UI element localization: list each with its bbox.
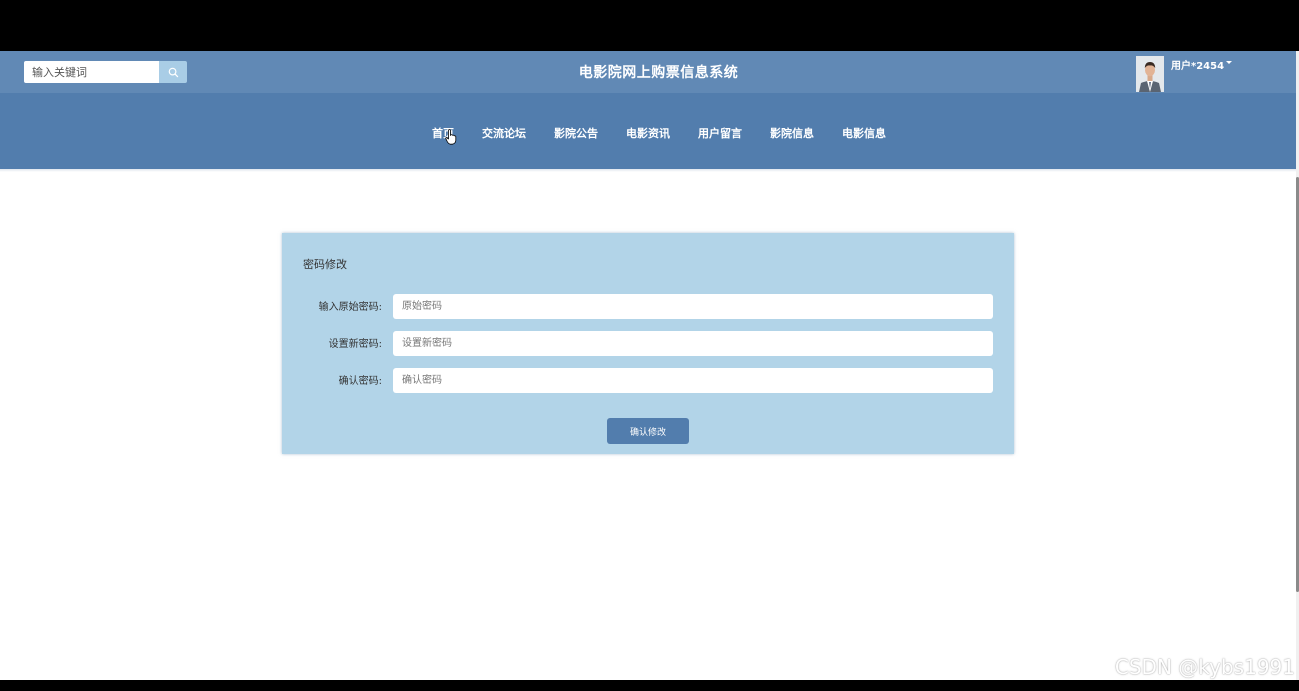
nav-list: 首页 交流论坛 影院公告 电影资讯 用户留言 影院信息 电影信息 xyxy=(432,125,914,141)
watermark: CSDN @kybs1991 xyxy=(1114,655,1295,679)
main-nav: 首页 交流论坛 影院公告 电影资讯 用户留言 影院信息 电影信息 xyxy=(0,93,1297,169)
username[interactable]: 用户*2454 xyxy=(1171,57,1224,72)
nav-item-movie-news[interactable]: 电影资讯 xyxy=(626,125,670,141)
top-header: 电影院网上购票信息系统 用户*2454 xyxy=(0,51,1297,93)
nav-item-cinema-info[interactable]: 影院信息 xyxy=(770,125,814,141)
confirm-change-button[interactable]: 确认修改 xyxy=(607,418,689,444)
panel-title: 密码修改 xyxy=(303,258,347,271)
nav-item-forum[interactable]: 交流论坛 xyxy=(482,125,526,141)
confirm-password-label: 确认密码: xyxy=(338,376,382,387)
form-row-old-password: 输入原始密码: xyxy=(282,294,1014,320)
caret-down-icon[interactable] xyxy=(1226,61,1232,64)
site-title: 电影院网上购票信息系统 xyxy=(578,65,739,81)
browser-viewport: 电影院网上购票信息系统 用户*2454 首页 交流论坛 影院公告 电影资讯 用户… xyxy=(0,51,1299,680)
new-password-label: 设置新密码: xyxy=(328,339,382,350)
password-change-panel: 密码修改 输入原始密码: 设置新密码: 确认密码: 确认修改 xyxy=(282,233,1014,454)
user-avatar[interactable] xyxy=(1136,56,1164,92)
confirm-password-field[interactable] xyxy=(393,368,993,393)
nav-item-user-messages[interactable]: 用户留言 xyxy=(698,125,742,141)
new-password-field[interactable] xyxy=(393,331,993,356)
form-row-confirm-password: 确认密码: xyxy=(282,368,1014,394)
old-password-field[interactable] xyxy=(393,294,993,319)
nav-item-announcements[interactable]: 影院公告 xyxy=(554,125,598,141)
form-row-new-password: 设置新密码: xyxy=(282,331,1014,357)
old-password-label: 输入原始密码: xyxy=(318,302,382,313)
hand-pointer-icon xyxy=(445,129,457,145)
nav-item-movie-info[interactable]: 电影信息 xyxy=(842,125,886,141)
nav-divider xyxy=(0,169,1297,172)
